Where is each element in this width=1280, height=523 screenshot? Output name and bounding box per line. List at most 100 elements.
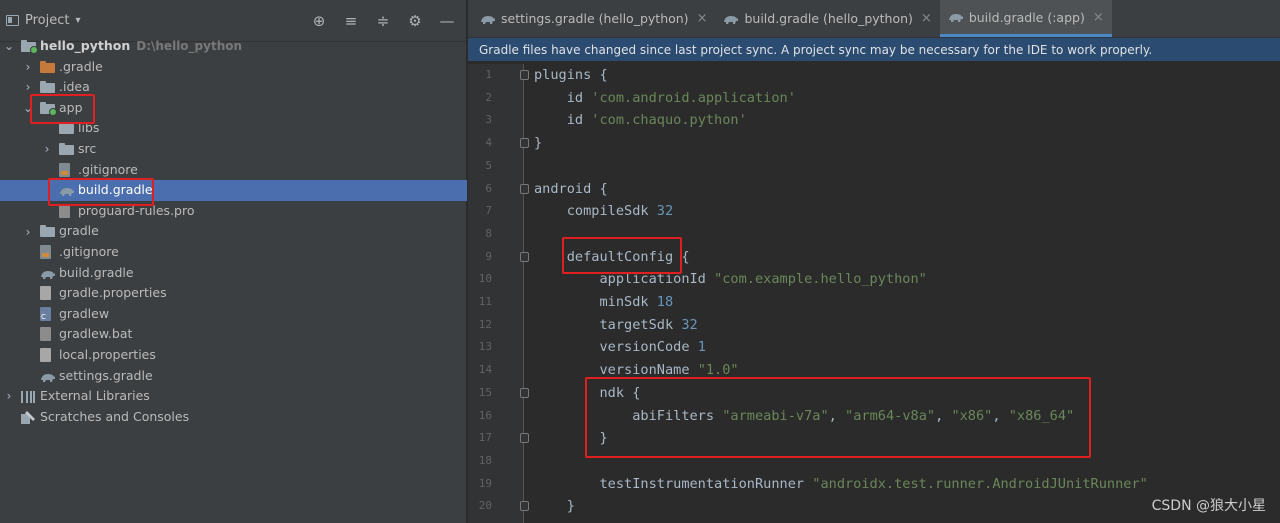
tree-item[interactable]: gradlew xyxy=(0,304,467,325)
line-number: 16 xyxy=(478,408,492,422)
chevron-down-icon[interactable]: ▾ xyxy=(75,15,80,26)
fold-marker-icon[interactable] xyxy=(520,138,529,149)
string-literal: "armeabi-v7a" xyxy=(722,407,829,424)
code-text: } xyxy=(534,132,542,155)
collapse-all-icon[interactable]: ≑ xyxy=(374,12,392,30)
tree-item[interactable]: gradle.properties xyxy=(0,283,467,304)
locate-file-icon[interactable]: ⊕ xyxy=(310,12,328,30)
string-literal: "com.example.hello_python" xyxy=(714,271,927,288)
file-icon xyxy=(59,203,70,218)
close-icon[interactable]: × xyxy=(697,11,708,26)
tree-item-label: .gitignore xyxy=(78,161,138,177)
code-line: 3 id 'com.chaquo.python' xyxy=(468,109,1280,132)
code-text: plugins { xyxy=(534,64,608,87)
close-icon[interactable]: × xyxy=(1093,10,1104,25)
chevron-down-icon[interactable]: ⌄ xyxy=(23,98,33,118)
gitignore-file-icon xyxy=(40,244,51,259)
fold-marker-icon[interactable] xyxy=(520,183,529,194)
code-line: 2 id 'com.android.application' xyxy=(468,87,1280,110)
fold-marker-icon[interactable] xyxy=(520,387,529,398)
tree-item[interactable]: proguard-rules.pro xyxy=(0,201,467,222)
tab-label: build.gradle (:app) xyxy=(968,9,1085,25)
editor-tab[interactable]: build.gradle (hello_python) × xyxy=(715,0,939,37)
chevron-right-icon[interactable]: › xyxy=(42,139,52,159)
tree-item-label: hello_python xyxy=(40,38,131,53)
code-token: , xyxy=(935,407,952,424)
project-icon xyxy=(6,15,19,26)
code-editor[interactable]: 1 plugins {2 id 'com.android.application'… xyxy=(468,64,1280,523)
gear-icon[interactable]: ⚙ xyxy=(406,12,424,30)
gradle-elephant-icon xyxy=(59,185,75,197)
line-number: 13 xyxy=(478,340,492,354)
tree-item[interactable]: build.gradle xyxy=(0,180,467,201)
fold-marker-icon[interactable] xyxy=(520,251,529,262)
tree-item[interactable]: local.properties xyxy=(0,345,467,366)
code-text: } xyxy=(534,427,608,450)
code-text: abiFilters "armeabi-v7a", "arm64-v8a", "… xyxy=(534,405,1074,428)
close-icon[interactable]: × xyxy=(921,11,932,26)
fold-marker-icon[interactable] xyxy=(520,70,529,80)
tree-item-label: .gradle xyxy=(59,58,103,74)
project-view-title[interactable]: Project xyxy=(25,13,69,28)
tree-item[interactable]: gradlew.bat xyxy=(0,324,467,345)
code-line: 15 ndk { xyxy=(468,382,1280,405)
gradle-elephant-icon xyxy=(948,11,964,23)
tree-item[interactable]: › External Libraries xyxy=(0,386,467,407)
hide-panel-icon[interactable]: — xyxy=(438,12,456,30)
tree-item-label: build.gradle xyxy=(59,264,134,280)
tree-item[interactable]: › .idea xyxy=(0,77,467,98)
chevron-right-icon[interactable]: › xyxy=(23,57,33,77)
number-literal: 32 xyxy=(656,203,674,220)
code-line: 11 minSdk 18 xyxy=(468,291,1280,314)
gitignore-file-icon xyxy=(59,162,70,177)
tree-item[interactable]: › gradle xyxy=(0,221,467,242)
tree-item[interactable]: libs xyxy=(0,118,467,139)
number-literal: 32 xyxy=(681,316,698,333)
tree-item[interactable]: › src xyxy=(0,139,467,160)
line-number: 19 xyxy=(478,476,492,490)
code-token: , xyxy=(828,407,846,424)
tree-item[interactable]: settings.gradle xyxy=(0,366,467,387)
project-tool-window: Project ▾ ⊕ ≡ ≑ ⚙ — ⌄ hello_python D:\hell… xyxy=(0,0,467,523)
tree-item-label: src xyxy=(78,140,97,156)
line-number: 11 xyxy=(478,295,492,308)
tree-item[interactable]: Scratches and Consoles xyxy=(0,407,467,428)
code-token: } xyxy=(534,430,608,447)
module-folder-icon xyxy=(21,40,38,54)
tree-item[interactable]: .gitignore xyxy=(0,242,467,263)
chevron-down-icon[interactable]: ⌄ xyxy=(4,36,14,56)
watermark: CSDN @狼大小星 xyxy=(1151,498,1266,514)
tree-item-label: build.gradle xyxy=(78,182,153,198)
module-folder-icon xyxy=(40,101,57,116)
code-line: 5 xyxy=(468,155,1280,178)
tree-item-label: local.properties xyxy=(59,346,156,362)
code-token: compileSdk xyxy=(534,203,657,220)
tree-item[interactable]: › .gradle xyxy=(0,57,467,78)
code-token: versionCode xyxy=(534,339,698,356)
gradle-elephant-icon xyxy=(40,371,56,383)
fold-marker-icon[interactable] xyxy=(520,433,529,444)
code-token: versionName xyxy=(534,362,698,379)
chevron-right-icon[interactable]: › xyxy=(23,222,33,242)
code-token: defaultConfig { xyxy=(534,248,690,265)
properties-file-icon xyxy=(40,347,51,362)
code-line: 10 applicationId "com.example.hello_pyth… xyxy=(468,268,1280,291)
tree-item[interactable]: ⌄ hello_python D:\hello_python xyxy=(0,36,467,57)
code-token: testInstrumentationRunner xyxy=(534,475,813,492)
line-number: 10 xyxy=(478,272,492,286)
fold-marker-icon[interactable] xyxy=(520,501,529,512)
editor-tab[interactable]: settings.gradle (hello_python) × xyxy=(472,0,715,37)
tree-item[interactable]: .gitignore xyxy=(0,160,467,181)
tree-item[interactable]: build.gradle xyxy=(0,263,467,284)
chevron-right-icon[interactable]: › xyxy=(23,77,33,97)
code-token: id xyxy=(534,112,592,129)
line-number: 20 xyxy=(478,499,492,513)
code-token: } xyxy=(534,135,543,152)
tree-item-label: app xyxy=(59,99,83,115)
string-literal: 'com.android.application' xyxy=(591,89,796,106)
code-text: compileSdk 32 xyxy=(534,200,673,223)
expand-all-icon[interactable]: ≡ xyxy=(342,12,360,30)
editor-tab[interactable]: build.gradle (:app) × xyxy=(939,0,1112,37)
chevron-right-icon[interactable]: › xyxy=(4,386,14,406)
tree-item[interactable]: ⌄ app xyxy=(0,98,467,119)
